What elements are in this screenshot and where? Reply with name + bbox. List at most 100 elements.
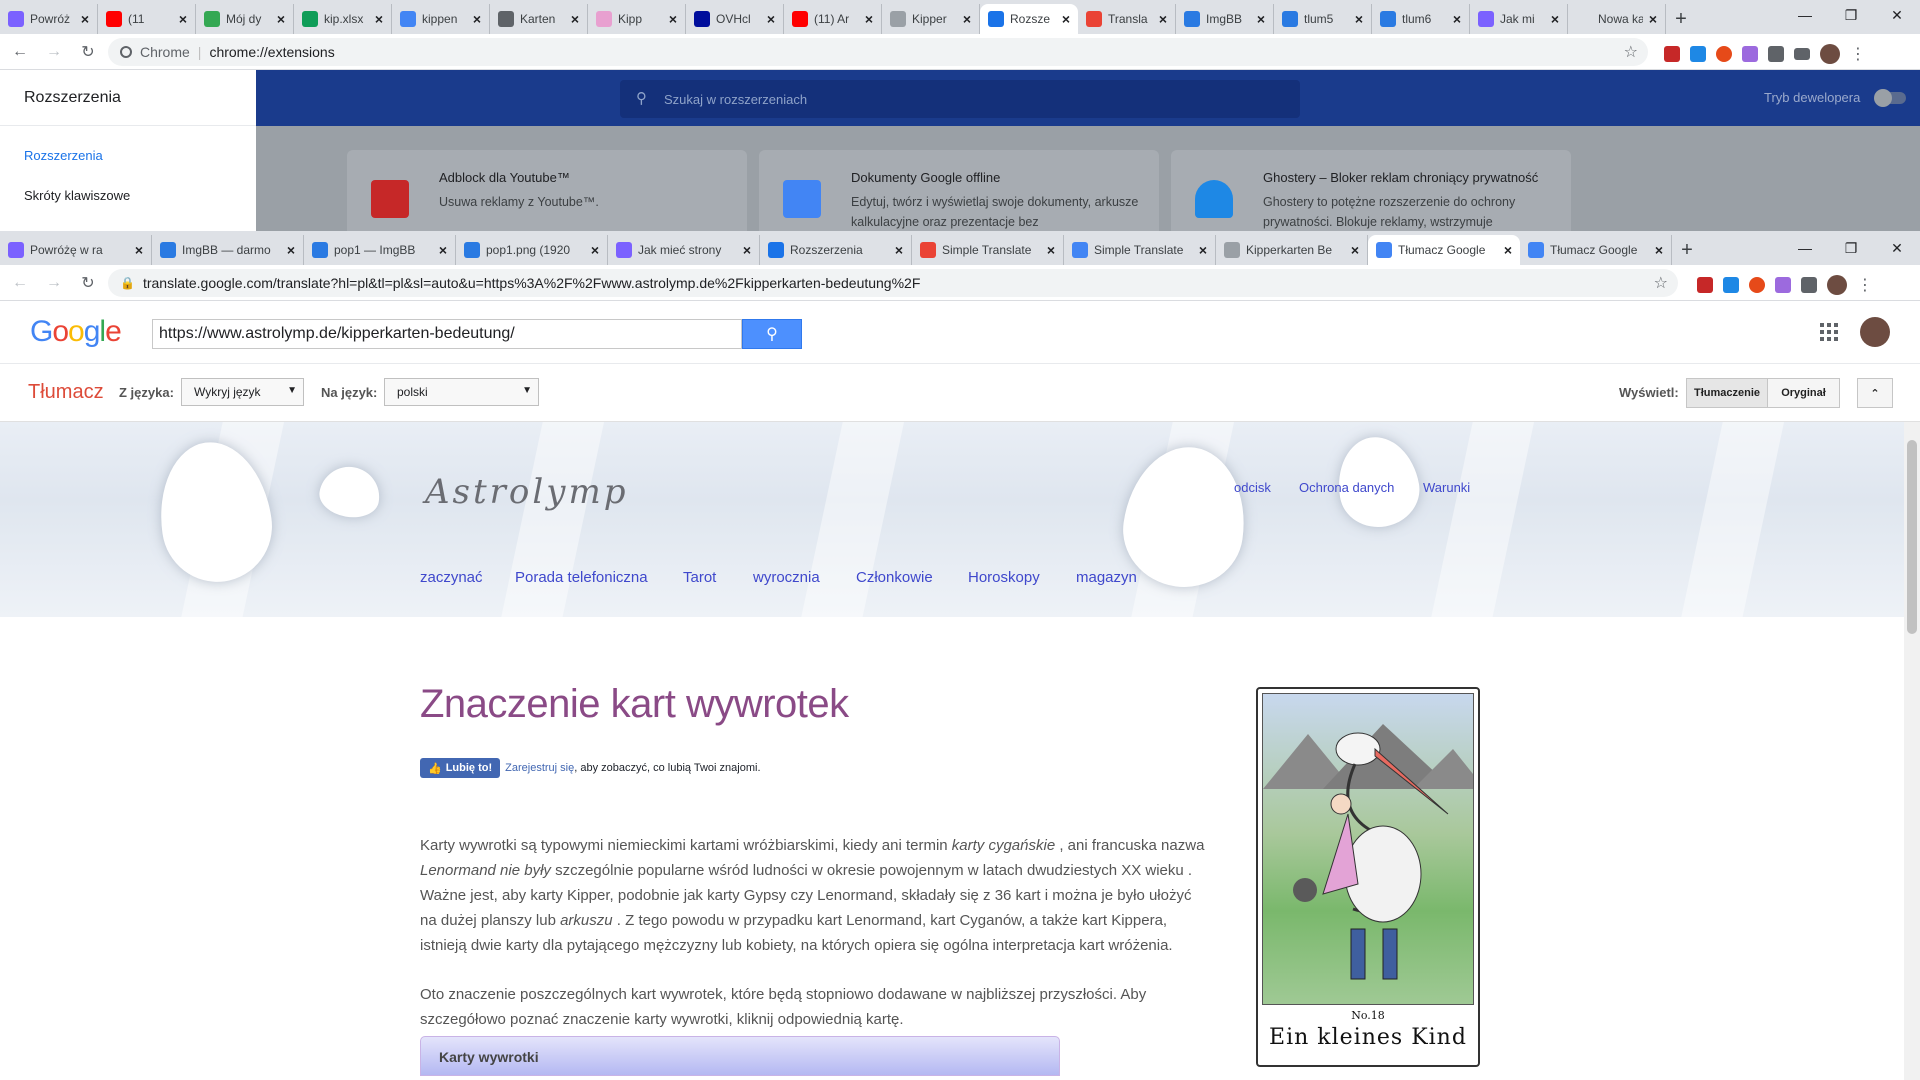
back-icon[interactable]: ← (6, 269, 34, 297)
avatar[interactable] (1820, 44, 1840, 64)
extension-card-adblock[interactable]: Adblock dla Youtube™ Usuwa reklamy z You… (347, 150, 747, 231)
close-window-icon[interactable]: ✕ (1874, 0, 1920, 30)
reload-icon[interactable]: ↻ (74, 269, 102, 297)
link-terms[interactable]: Warunki (1423, 480, 1470, 495)
new-tab-icon[interactable]: + (1666, 4, 1696, 34)
tab-close-icon[interactable]: × (1551, 11, 1559, 27)
translate-url-input[interactable]: https://www.astrolymp.de/kipperkarten-be… (152, 319, 742, 349)
color-ext-icon[interactable] (1742, 46, 1758, 62)
tab-close-icon[interactable]: × (1655, 242, 1663, 258)
facebook-signup-link[interactable]: Zarejestruj się (505, 762, 574, 774)
tab-close-icon[interactable]: × (571, 11, 579, 27)
puzzle-icon[interactable] (1801, 277, 1817, 293)
link-privacy[interactable]: Ochrona danych (1299, 480, 1394, 495)
reading-list-icon[interactable] (1794, 48, 1810, 60)
ghostery-ext-icon[interactable] (1716, 46, 1732, 62)
apps-grid-icon[interactable] (1820, 323, 1838, 341)
tab-7[interactable]: OVHcl × (686, 4, 784, 34)
star-icon[interactable]: ☆ (1624, 42, 1638, 62)
nav-start[interactable]: zaczynać (420, 569, 483, 586)
tab-close-icon[interactable]: × (439, 242, 447, 258)
tab-close-icon[interactable]: × (743, 242, 751, 258)
tab-15[interactable]: Jak mi × (1470, 4, 1568, 34)
star-icon[interactable]: ☆ (1654, 273, 1668, 293)
tab-close-icon[interactable]: × (1199, 242, 1207, 258)
tab-3[interactable]: kip.xlsx × (294, 4, 392, 34)
back-icon[interactable]: ← (6, 38, 34, 66)
to-language-select[interactable]: polski ▼ (384, 378, 539, 406)
minimize-icon[interactable]: — (1782, 233, 1828, 263)
sidebar-item-shortcuts[interactable]: Skróty klawiszowe (24, 188, 130, 203)
tab-close-icon[interactable]: × (1649, 11, 1657, 27)
tab-0[interactable]: Powróż × (0, 4, 98, 34)
translate-ext-icon[interactable] (1690, 46, 1706, 62)
extensions-search-input[interactable]: ⚲ Szukaj w rozszerzeniach (620, 80, 1300, 118)
puzzle-icon[interactable] (1768, 46, 1784, 62)
menu-icon[interactable]: ⋮ (1850, 44, 1866, 64)
tab-0[interactable]: Powróżę w ra × (0, 235, 152, 265)
restore-icon[interactable]: ❐ (1828, 233, 1874, 263)
translate-ext-icon[interactable] (1723, 277, 1739, 293)
nav-members[interactable]: Członkowie (856, 569, 933, 586)
tab-1[interactable]: (11 × (98, 4, 196, 34)
tab-2[interactable]: Mój dy × (196, 4, 294, 34)
tab-close-icon[interactable]: × (1047, 242, 1055, 258)
nav-horoscopes[interactable]: Horoskopy (968, 569, 1040, 586)
sidebar-item-extensions[interactable]: Rozszerzenia (24, 148, 103, 163)
tab-9[interactable]: Kipper × (882, 4, 980, 34)
new-tab-icon[interactable]: + (1672, 235, 1702, 265)
kipper-card-image[interactable]: No.18 Ein kleines Kind (1256, 687, 1480, 1067)
extension-card-docs-offline[interactable]: Dokumenty Google offline Edytuj, twórz i… (759, 150, 1159, 231)
site-logo[interactable]: Astrolymp (425, 472, 628, 512)
forward-icon[interactable]: → (40, 38, 68, 66)
link-imprint[interactable]: odcisk (1234, 480, 1271, 495)
tab-1[interactable]: ImgBB — darmo × (152, 235, 304, 265)
tab-close-icon[interactable]: × (1355, 11, 1363, 27)
omnibox-window1[interactable]: Chrome | chrome://extensions ☆ (108, 38, 1648, 66)
vertical-scrollbar[interactable] (1904, 422, 1920, 1080)
cards-box-header[interactable]: Karty wywrotki (420, 1036, 1060, 1076)
adblock-youtube-icon[interactable] (1697, 277, 1713, 293)
google-logo[interactable]: Google (30, 315, 122, 349)
tab-13[interactable]: tlum5 × (1274, 4, 1372, 34)
avatar[interactable] (1860, 317, 1890, 347)
tab-close-icon[interactable]: × (179, 11, 187, 27)
minimize-icon[interactable]: — (1782, 0, 1828, 30)
nav-oracle[interactable]: wyrocznia (753, 569, 820, 586)
tab-9[interactable]: Tłumacz Google × (1368, 235, 1520, 265)
forward-icon[interactable]: → (40, 269, 68, 297)
tab-close-icon[interactable]: × (963, 11, 971, 27)
avatar[interactable] (1827, 275, 1847, 295)
nav-magazine[interactable]: magazyn (1076, 569, 1137, 586)
tab-close-icon[interactable]: × (375, 11, 383, 27)
tab-8[interactable]: (11) Ar × (784, 4, 882, 34)
from-language-select[interactable]: Wykryj język ▼ (181, 378, 304, 406)
view-original-button[interactable]: Oryginał (1767, 378, 1840, 408)
tab-close-icon[interactable]: × (895, 242, 903, 258)
tab-16[interactable]: Nowa karta × (1568, 4, 1666, 34)
tab-close-icon[interactable]: × (669, 11, 677, 27)
tab-4[interactable]: Jak mieć strony × (608, 235, 760, 265)
tab-3[interactable]: pop1.png (1920 × (456, 235, 608, 265)
tab-close-icon[interactable]: × (767, 11, 775, 27)
tab-close-icon[interactable]: × (865, 11, 873, 27)
tab-close-icon[interactable]: × (591, 242, 599, 258)
tab-14[interactable]: tlum6 × (1372, 4, 1470, 34)
tab-close-icon[interactable]: × (1351, 242, 1359, 258)
restore-icon[interactable]: ❐ (1828, 0, 1874, 30)
color-ext-icon[interactable] (1775, 277, 1791, 293)
view-translation-button[interactable]: Tłumaczenie (1686, 378, 1768, 408)
collapse-toolbar-button[interactable]: ⌃ (1857, 378, 1893, 408)
tab-close-icon[interactable]: × (135, 242, 143, 258)
nav-tarot[interactable]: Tarot (683, 569, 716, 586)
adblock-youtube-icon[interactable] (1664, 46, 1680, 62)
tab-close-icon[interactable]: × (1062, 11, 1070, 27)
tab-close-icon[interactable]: × (277, 11, 285, 27)
tab-12[interactable]: ImgBB × (1176, 4, 1274, 34)
tab-close-icon[interactable]: × (473, 11, 481, 27)
tab-6[interactable]: Simple Translate × (912, 235, 1064, 265)
close-window-icon[interactable]: ✕ (1874, 233, 1920, 263)
ghostery-ext-icon[interactable] (1749, 277, 1765, 293)
tab-close-icon[interactable]: × (1257, 11, 1265, 27)
tab-close-icon[interactable]: × (287, 242, 295, 258)
